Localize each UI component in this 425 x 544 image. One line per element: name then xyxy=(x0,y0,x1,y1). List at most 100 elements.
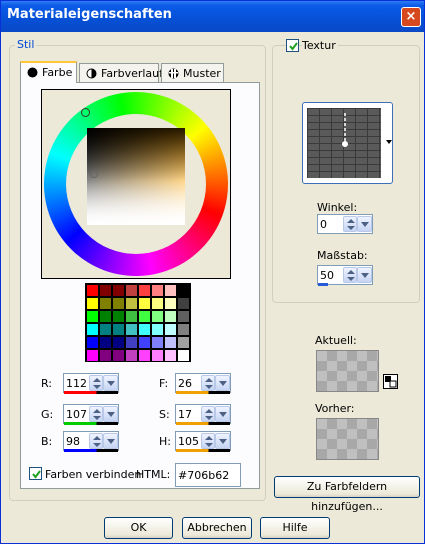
help-button[interactable]: Hilfe xyxy=(260,517,330,539)
palette-swatch[interactable] xyxy=(126,337,137,348)
b-input[interactable]: 98 xyxy=(63,431,119,452)
palette-swatch[interactable] xyxy=(126,298,137,309)
close-button[interactable]: × xyxy=(401,7,421,27)
massstab-dropdown[interactable] xyxy=(357,267,372,283)
palette-swatch[interactable] xyxy=(165,285,176,296)
f-input[interactable]: 26 xyxy=(175,373,231,394)
g-input[interactable]: 107 xyxy=(63,404,119,425)
palette-swatch[interactable] xyxy=(178,337,189,348)
s-input[interactable]: 17 xyxy=(175,404,231,425)
palette-swatch[interactable] xyxy=(152,285,163,296)
palette-swatch[interactable] xyxy=(100,298,111,309)
palette-swatch[interactable] xyxy=(178,311,189,322)
r-spinner[interactable] xyxy=(89,375,103,391)
palette-swatch[interactable] xyxy=(113,324,124,335)
add-to-swatches-button[interactable]: Zu Farbfeldern hinzufügen... xyxy=(274,476,420,513)
palette-swatch[interactable] xyxy=(100,311,111,322)
palette-swatch[interactable] xyxy=(87,350,98,361)
tab-muster[interactable]: Muster xyxy=(161,63,224,83)
palette-swatch[interactable] xyxy=(165,324,176,335)
f-spinner[interactable] xyxy=(201,375,215,391)
html-input[interactable]: #706b62 xyxy=(175,463,241,487)
texture-preview-button[interactable] xyxy=(302,102,393,184)
palette-swatch[interactable] xyxy=(139,311,150,322)
half-circle-icon xyxy=(86,68,97,79)
palette-swatch[interactable] xyxy=(139,285,150,296)
title-bar[interactable]: Materialeigenschaften × xyxy=(1,1,424,32)
massstab-spinner[interactable] xyxy=(343,267,357,283)
palette-swatch[interactable] xyxy=(165,311,176,322)
palette-swatch[interactable] xyxy=(139,298,150,309)
ok-button[interactable]: OK xyxy=(104,517,173,539)
spin-down-icon xyxy=(205,443,213,447)
palette-swatch[interactable] xyxy=(113,337,124,348)
winkel-spinner[interactable] xyxy=(343,216,357,232)
h-spinner[interactable] xyxy=(201,433,215,449)
b-spinner[interactable] xyxy=(89,433,103,449)
palette-swatch[interactable] xyxy=(87,298,98,309)
s-dropdown[interactable] xyxy=(215,406,230,422)
palette-swatch[interactable] xyxy=(165,298,176,309)
palette-swatch[interactable] xyxy=(126,324,137,335)
palette-swatch[interactable] xyxy=(139,324,150,335)
palette-swatch[interactable] xyxy=(152,324,163,335)
palette-swatch[interactable] xyxy=(152,311,163,322)
palette-swatch[interactable] xyxy=(165,350,176,361)
palette-swatch[interactable] xyxy=(113,285,124,296)
tab-farbverlauf[interactable]: Farbverlauf xyxy=(79,63,163,83)
link-colors-checkbox[interactable] xyxy=(29,467,42,480)
palette-swatch[interactable] xyxy=(126,311,137,322)
winkel-dropdown[interactable] xyxy=(357,216,372,232)
palette-swatch[interactable] xyxy=(165,337,176,348)
palette-swatch[interactable] xyxy=(139,350,150,361)
spin-down-icon xyxy=(93,443,101,447)
palette-swatch[interactable] xyxy=(113,350,124,361)
chevron-down-icon[interactable] xyxy=(386,140,392,144)
palette-swatch[interactable] xyxy=(126,350,137,361)
hue-marker[interactable] xyxy=(81,108,90,117)
tab-farbe[interactable]: Farbe xyxy=(20,61,77,83)
g-dropdown[interactable] xyxy=(103,406,118,422)
palette-swatch[interactable] xyxy=(178,298,189,309)
palette-swatch[interactable] xyxy=(178,350,189,361)
palette-swatch[interactable] xyxy=(100,350,111,361)
palette-swatch[interactable] xyxy=(113,298,124,309)
g-spinner[interactable] xyxy=(89,406,103,422)
palette-swatch[interactable] xyxy=(87,337,98,348)
palette-swatch[interactable] xyxy=(100,285,111,296)
pattern-icon xyxy=(168,68,179,79)
r-input[interactable]: 112 xyxy=(63,373,119,394)
r-dropdown[interactable] xyxy=(103,375,118,391)
swap-materials-button[interactable] xyxy=(383,374,398,389)
winkel-label: Winkel: xyxy=(317,201,358,214)
palette-swatch[interactable] xyxy=(139,337,150,348)
h-input[interactable]: 105 xyxy=(175,431,231,452)
sl-marker[interactable] xyxy=(90,170,98,178)
palette-swatch[interactable] xyxy=(178,324,189,335)
palette-swatch[interactable] xyxy=(100,324,111,335)
h-dropdown[interactable] xyxy=(215,433,230,449)
winkel-input[interactable]: 0 xyxy=(317,214,373,234)
palette-swatch[interactable] xyxy=(152,337,163,348)
palette-swatch[interactable] xyxy=(87,285,98,296)
cancel-button[interactable]: Abbrechen xyxy=(182,517,252,539)
palette-swatch[interactable] xyxy=(87,311,98,322)
b-dropdown[interactable] xyxy=(103,433,118,449)
palette-swatch[interactable] xyxy=(100,337,111,348)
palette-swatch[interactable] xyxy=(113,311,124,322)
massstab-input[interactable]: 50 xyxy=(317,265,373,286)
swap-icon xyxy=(385,376,397,388)
s-spinner[interactable] xyxy=(201,406,215,422)
s-value: 17 xyxy=(178,408,192,421)
spin-down-icon xyxy=(347,277,355,281)
palette-swatch[interactable] xyxy=(87,324,98,335)
palette-swatch[interactable] xyxy=(126,285,137,296)
html-value: #706b62 xyxy=(178,469,230,482)
f-dropdown[interactable] xyxy=(215,375,230,391)
s-label: S: xyxy=(159,408,170,421)
textur-checkbox[interactable] xyxy=(286,39,299,52)
palette-swatch[interactable] xyxy=(152,298,163,309)
palette-swatch[interactable] xyxy=(152,350,163,361)
palette-swatch[interactable] xyxy=(178,285,189,296)
color-wheel-frame xyxy=(18,66,254,302)
